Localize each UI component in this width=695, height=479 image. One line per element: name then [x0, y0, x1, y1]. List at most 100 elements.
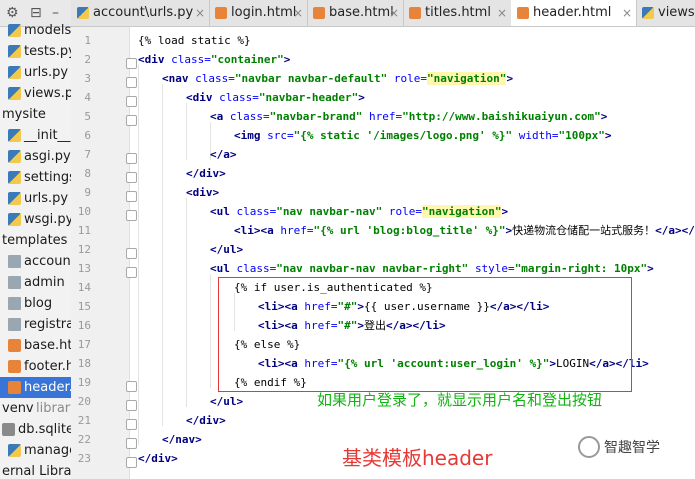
fold-marker[interactable] — [126, 267, 137, 278]
fold-marker[interactable] — [126, 438, 137, 449]
tree-item[interactable]: tests.py — [0, 41, 71, 62]
tree-item[interactable]: mysite — [0, 104, 71, 125]
code-token: class= — [236, 205, 277, 218]
tree-item-label: settings. — [24, 170, 71, 185]
code-token: > — [600, 110, 608, 123]
line-number: 17 — [77, 338, 91, 351]
line-number: 5 — [84, 110, 91, 123]
watermark-logo-icon — [578, 436, 600, 458]
line-number: 21 — [77, 414, 91, 427]
tree-item[interactable]: header.h — [0, 377, 71, 398]
tree-item-label: header.h — [24, 380, 71, 395]
tree-item-label: base.htm — [24, 338, 71, 353]
code-token: </ul> — [210, 243, 244, 256]
html-file-icon — [8, 360, 21, 373]
tree-item[interactable]: wsgi.py — [0, 209, 71, 230]
tree-item[interactable]: templates — [0, 230, 71, 251]
py-file-icon — [8, 192, 21, 205]
fold-marker[interactable] — [126, 96, 137, 107]
code-line: <img src="{% static '/images/logo.png' %… — [234, 126, 612, 145]
tree-item[interactable]: venvlibrary — [0, 398, 71, 419]
fold-marker[interactable] — [126, 381, 137, 392]
code-line: <ul class="nav navbar-nav navbar-right" … — [210, 259, 654, 278]
tree-item-label: asgi.py — [24, 149, 71, 164]
tree-item[interactable]: manage.py — [0, 440, 71, 461]
settings-icon[interactable]: ⚙ — [6, 5, 19, 21]
tree-item[interactable]: asgi.py — [0, 146, 71, 167]
fold-marker[interactable] — [126, 58, 137, 69]
fold-marker[interactable] — [126, 191, 137, 202]
annotation-highlight-box — [218, 277, 632, 392]
html-file-icon — [517, 7, 529, 19]
code-line: </div> — [186, 411, 226, 430]
code-token: </div> — [138, 452, 178, 465]
close-tab-icon[interactable]: × — [389, 0, 399, 26]
code-token: </nav> — [162, 433, 202, 446]
code-token: class= — [171, 53, 211, 66]
tab-label: base.html — [329, 5, 394, 20]
code-token: "navigation" — [421, 205, 502, 218]
code-token: role= — [388, 205, 422, 218]
tree-item-label: account — [24, 254, 71, 269]
tree-item[interactable]: settings. — [0, 167, 71, 188]
tree-item[interactable]: blog — [0, 293, 71, 314]
fold-marker[interactable] — [126, 400, 137, 411]
tab-base-html[interactable]: base.html × — [307, 0, 404, 26]
fold-marker[interactable] — [126, 77, 137, 88]
fold-marker[interactable] — [126, 115, 137, 126]
tree-item-label: admin — [24, 275, 65, 290]
tree-item[interactable]: urls.py — [0, 62, 71, 83]
code-token: > — [283, 53, 291, 66]
tab-account-urls-py[interactable]: account\urls.py × — [71, 0, 210, 26]
tree-item[interactable]: footer.ht — [0, 356, 71, 377]
line-number: 14 — [77, 281, 91, 294]
html-file-icon — [8, 381, 21, 394]
minimize-icon[interactable]: – — [52, 5, 59, 21]
tree-item[interactable]: admin — [0, 272, 71, 293]
tree-item[interactable]: db.sqlite3 — [0, 419, 71, 440]
tab-views-py[interactable]: views.py — [636, 0, 695, 26]
code-token: class= — [195, 72, 235, 85]
tree-item[interactable]: base.htm — [0, 335, 71, 356]
line-number: 19 — [77, 376, 91, 389]
tree-item[interactable]: models. — [0, 20, 71, 41]
close-tab-icon[interactable]: × — [622, 0, 632, 26]
tab-titles-html[interactable]: titles.html × — [403, 0, 512, 26]
tree-item-label: manage.py — [24, 443, 71, 458]
tab-label: views.py — [658, 5, 695, 20]
code-token: "navbar-brand" — [269, 110, 369, 123]
tree-item[interactable]: account — [0, 251, 71, 272]
html-file-icon — [409, 7, 421, 19]
code-token: <div — [138, 53, 172, 66]
code-token: "http://www.baishikuaiyun.com" — [402, 110, 601, 123]
editor-tab-bar: account\urls.py × login.html × base.html × tit… — [71, 0, 695, 27]
tree-item[interactable]: __init__.p — [0, 125, 71, 146]
folder-icon — [8, 255, 21, 268]
py-file-icon — [8, 171, 21, 184]
tab-login-html[interactable]: login.html × — [209, 0, 308, 26]
close-tab-icon[interactable]: × — [293, 0, 303, 26]
fold-marker[interactable] — [126, 419, 137, 430]
code-token: > — [358, 91, 365, 104]
tree-item-label: venv — [2, 401, 34, 416]
tree-item-label: mysite — [2, 107, 46, 122]
tree-item[interactable]: urls.py — [0, 188, 71, 209]
close-tab-icon[interactable]: × — [497, 0, 507, 26]
code-line: </div> — [186, 164, 226, 183]
line-number: 23 — [77, 452, 91, 465]
fold-marker[interactable] — [126, 248, 137, 259]
indent-guide — [186, 198, 187, 407]
collapse-icon[interactable]: ⊟ — [30, 5, 42, 21]
code-line: <div class="container"> — [138, 50, 290, 69]
fold-marker[interactable] — [126, 457, 137, 468]
tree-item[interactable]: ernal Librari — [0, 461, 71, 479]
fold-marker[interactable] — [126, 153, 137, 164]
tab-header-html[interactable]: header.html × — [511, 0, 637, 26]
code-token: <ul — [210, 205, 237, 218]
close-tab-icon[interactable]: × — [195, 0, 205, 26]
code-editor[interactable]: {% load static %} <div class="container">… — [126, 27, 695, 479]
fold-marker[interactable] — [126, 210, 137, 221]
fold-marker[interactable] — [126, 172, 137, 183]
tree-item[interactable]: views.py — [0, 83, 71, 104]
tree-item[interactable]: registrat — [0, 314, 71, 335]
